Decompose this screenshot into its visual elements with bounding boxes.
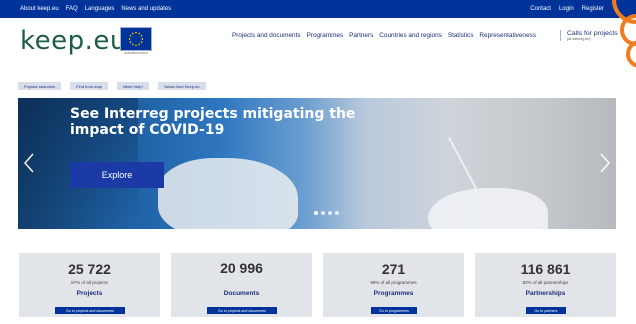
page: About keep.eu FAQ Languages News and upd…: [0, 0, 636, 324]
chip-need-help[interactable]: Need help?: [116, 82, 150, 90]
site-header: keep.eu EUROPEAN UNION Projects and docu…: [0, 18, 636, 64]
chevron-right-icon[interactable]: [600, 153, 610, 173]
go-to-documents-button[interactable]: Go to projects and documents: [207, 307, 277, 314]
stat-card-partnerships: 116 861 82% of all partnerships Partners…: [475, 253, 616, 317]
faq-link[interactable]: FAQ: [66, 6, 78, 12]
nav-statistics[interactable]: Statistics: [448, 32, 474, 39]
stat-percentage: 98% of all programmes: [370, 280, 417, 285]
nav-programmes[interactable]: Programmes: [307, 32, 344, 39]
stat-number: 20 996: [220, 260, 263, 276]
carousel-dot[interactable]: [321, 211, 325, 215]
stat-percentage: 87% of all projects: [71, 280, 108, 285]
calls-for-projects-link[interactable]: Calls for projects (at interreg.eu): [560, 30, 618, 41]
languages-link[interactable]: Languages: [85, 6, 115, 12]
nav-partners[interactable]: Partners: [349, 32, 373, 39]
stat-label: Documents: [223, 290, 260, 297]
carousel-dot[interactable]: [328, 211, 332, 215]
eu-flag-icon: [120, 27, 152, 51]
nav-countries-regions[interactable]: Countries and regions: [379, 32, 442, 39]
go-to-partners-button[interactable]: Go to partners: [526, 307, 566, 314]
hero-title: See Interreg projects mitigating the imp…: [70, 106, 356, 138]
eu-caption: EUROPEAN UNION: [124, 52, 148, 55]
carousel-dots: [314, 211, 339, 215]
site-logo[interactable]: keep.eu: [20, 26, 127, 56]
stat-label: Programmes: [373, 290, 414, 297]
carousel-dot[interactable]: [314, 211, 318, 215]
stat-number: 271: [381, 261, 406, 277]
stat-number: 116 861: [520, 261, 571, 277]
quick-links: Popular searches Find from map Need help…: [18, 82, 206, 90]
stat-card-projects: 25 722 87% of all projects Projects Go t…: [19, 253, 160, 317]
about-link[interactable]: About keep.eu: [20, 6, 59, 12]
stat-percentage: 82% of all partnerships: [522, 280, 569, 285]
stat-card-documents: 20 996 Documents Go to projects and docu…: [171, 253, 312, 317]
top-utility-bar: About keep.eu FAQ Languages News and upd…: [0, 0, 636, 18]
calls-subtitle: (at interreg.eu): [567, 37, 591, 41]
stat-number: 25 722: [68, 261, 111, 277]
chip-popular-searches[interactable]: Popular searches: [18, 82, 62, 90]
chip-news[interactable]: News from Keep.eu: [158, 82, 206, 90]
chevron-left-icon[interactable]: [24, 153, 34, 173]
go-to-projects-button[interactable]: Go to projects and documents: [55, 307, 125, 314]
login-link[interactable]: Login: [559, 6, 574, 12]
hero-carousel: See Interreg projects mitigating the imp…: [18, 98, 616, 229]
hero-image-glove: [158, 158, 298, 229]
stat-label: Projects: [76, 290, 103, 297]
explore-button[interactable]: Explore: [70, 162, 164, 188]
stat-card-programmes: 271 98% of all programmes Programmes Go …: [323, 253, 464, 317]
chip-find-from-map[interactable]: Find from map: [70, 82, 108, 90]
news-link[interactable]: News and updates: [121, 6, 171, 12]
carousel-dot[interactable]: [335, 211, 339, 215]
nav-projects-documents[interactable]: Projects and documents: [232, 32, 301, 39]
main-navigation: Projects and documents Programmes Partne…: [232, 32, 536, 39]
go-to-programmes-button[interactable]: Go to programmes: [371, 307, 417, 314]
stat-label: Partnerships: [525, 290, 566, 297]
hero-image-glove: [428, 188, 548, 229]
contact-link[interactable]: Contact: [530, 6, 551, 12]
calls-title: Calls for projects: [567, 30, 618, 37]
nav-representativeness[interactable]: Representativeness: [479, 32, 535, 39]
